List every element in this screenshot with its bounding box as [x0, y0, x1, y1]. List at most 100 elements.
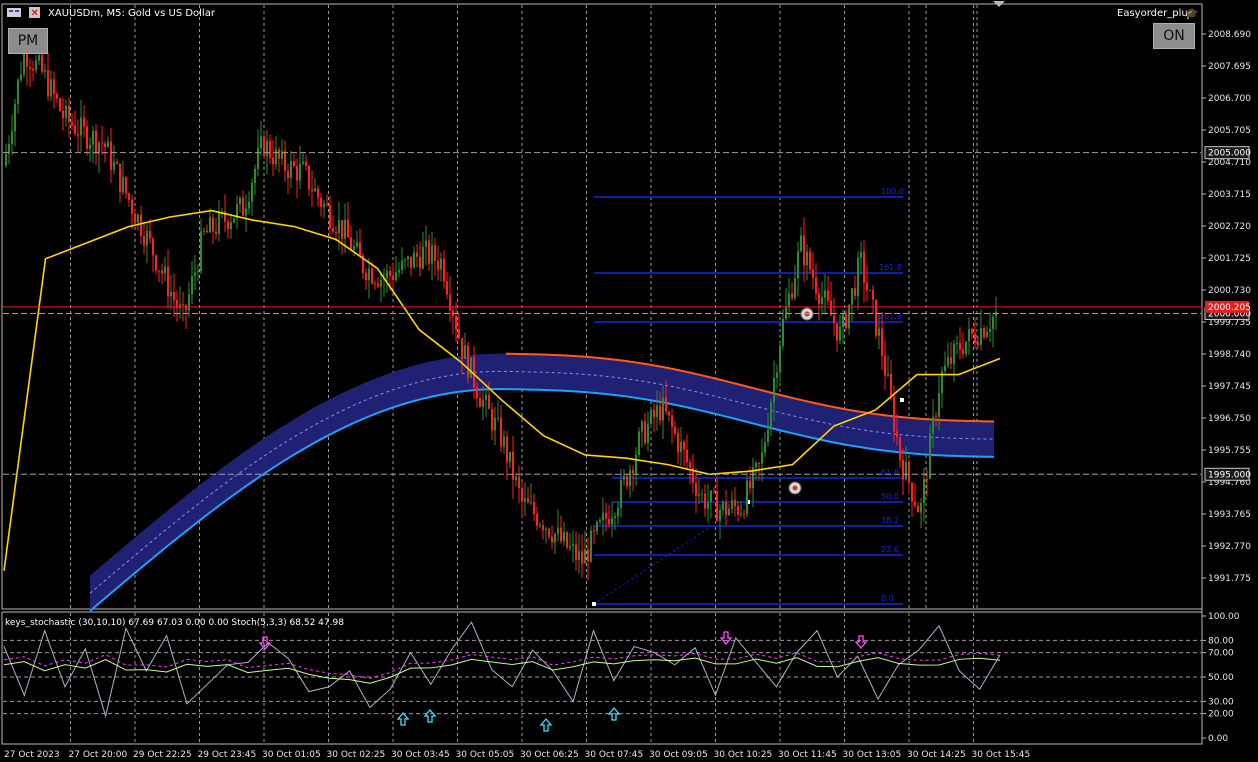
candle-body — [938, 393, 940, 417]
candle-body — [524, 498, 526, 502]
chart-menu-icon[interactable] — [7, 8, 21, 17]
candle-body — [878, 328, 880, 336]
candle-body — [353, 246, 355, 251]
fib-level-label: 61.8 — [881, 468, 899, 477]
candle-body — [164, 266, 166, 274]
on-button[interactable]: ON — [1153, 23, 1195, 49]
fib-anchor-point[interactable] — [592, 602, 596, 606]
candle-body — [746, 480, 748, 514]
candle-body — [764, 442, 766, 453]
candle-body — [68, 105, 70, 122]
candle-body — [491, 408, 493, 431]
candle-body — [851, 288, 853, 305]
candle-body — [404, 259, 406, 261]
candle-body — [596, 521, 598, 531]
candle-body — [455, 316, 457, 330]
candle-body — [212, 217, 214, 232]
candle-body — [314, 188, 316, 192]
candle-body — [866, 283, 868, 291]
candle-body — [962, 349, 964, 354]
price-axis: 2008.690 2007.695 2006.700 2005.705 2004.710… — [1201, 5, 1251, 744]
candle-body — [569, 545, 571, 548]
candle-body — [152, 238, 154, 256]
candle-body — [191, 276, 193, 295]
candle-body — [401, 260, 403, 271]
candle-body — [857, 257, 859, 296]
candle-body — [389, 270, 391, 276]
candle-body — [575, 544, 577, 560]
candle-body — [869, 290, 871, 292]
candle-body — [122, 177, 124, 193]
price-tick-label: 2002.720 — [1208, 222, 1251, 232]
candle-body — [290, 161, 292, 179]
candle-body — [173, 292, 175, 301]
candle-body — [218, 211, 220, 234]
candle-body — [509, 451, 511, 463]
candle-body — [785, 306, 787, 320]
candle-body — [323, 203, 325, 207]
candle-body — [296, 165, 298, 181]
candle-body — [473, 357, 475, 388]
candle-body — [770, 402, 772, 430]
price-tick-label: 1998.740 — [1208, 350, 1251, 360]
time-label: 30 Oct 11:45 — [778, 750, 837, 760]
candle-body — [83, 117, 85, 127]
candle-body — [671, 415, 673, 427]
candle-body — [197, 271, 199, 273]
candle-body — [200, 231, 202, 272]
candle-body — [590, 530, 592, 562]
fib-extension-label: 161.8 — [879, 263, 902, 272]
candle-body — [308, 165, 310, 190]
fib-level-label: 0.0 — [881, 594, 894, 603]
candle-body — [632, 470, 634, 474]
candle-body — [443, 258, 445, 282]
candle-body — [110, 141, 112, 170]
time-label: 27 Oct 2023 — [4, 750, 60, 760]
time-label: 30 Oct 02:25 — [327, 750, 386, 760]
fib-level-label: 23.6 — [881, 545, 899, 554]
candle-body — [713, 490, 715, 492]
candle-body — [791, 293, 793, 298]
candle-body — [833, 315, 835, 324]
candle-body — [161, 270, 163, 274]
candle-body — [11, 131, 13, 144]
candle-body — [767, 429, 769, 443]
candle-body — [551, 536, 553, 543]
expert-indicator: Easyorder_plus 🎓 — [1117, 7, 1199, 20]
stoch-tick-label: 70.00 — [1208, 649, 1234, 659]
price-tick-label: 1993.765 — [1208, 510, 1251, 520]
candle-body — [584, 549, 586, 564]
candle-body — [467, 345, 469, 378]
candle-body — [482, 400, 484, 407]
candle-body — [182, 304, 184, 306]
fib-anchor-point[interactable] — [900, 398, 904, 402]
candle-body — [329, 205, 331, 229]
price-tick-label: 2005.705 — [1208, 126, 1251, 136]
trade-marker-dot — [792, 485, 798, 491]
candle-body — [872, 290, 874, 300]
candle-body — [893, 396, 895, 432]
candle-body — [131, 199, 133, 214]
candle-body — [932, 416, 934, 434]
candle-body — [194, 272, 196, 277]
bid-price-label: 2000.205 — [1208, 303, 1251, 313]
candle-body — [392, 275, 394, 281]
candle-body — [140, 214, 142, 237]
candle-body — [35, 60, 37, 71]
candle-body — [239, 197, 241, 205]
candle-body — [659, 405, 661, 421]
candle-body — [695, 482, 697, 496]
candle-body — [542, 525, 544, 531]
candle-body — [230, 222, 232, 230]
level-label: 1995.000 — [1208, 470, 1251, 480]
pm-button[interactable]: PM — [8, 28, 48, 54]
candle-body — [59, 98, 61, 111]
candle-body — [743, 513, 745, 515]
candle-body — [380, 279, 382, 287]
candle-body — [992, 316, 994, 330]
candle-body — [740, 513, 742, 515]
candle-body — [689, 462, 691, 468]
candle-body — [638, 431, 640, 455]
chart-canvas[interactable]: 100.061.850.038.223.60.0161.8261.8 2008.… — [0, 0, 1258, 762]
candle-body — [287, 170, 289, 179]
